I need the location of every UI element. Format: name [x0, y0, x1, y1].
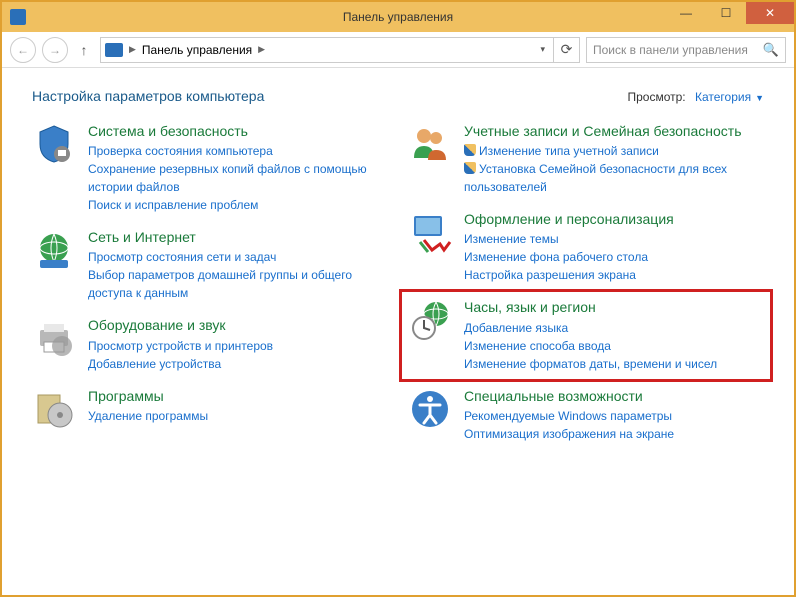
clock-globe-icon — [408, 298, 452, 342]
category-link[interactable]: Просмотр состояния сети и задач — [88, 248, 388, 266]
view-options: Просмотр: Категория▼ — [627, 90, 764, 104]
window-title: Панель управления — [343, 10, 453, 24]
category-link[interactable]: Изменение форматов даты, времени и чисел — [464, 355, 764, 373]
category-title[interactable]: Оборудование и звук — [88, 316, 388, 334]
categories-grid: Система и безопасность Проверка состояни… — [32, 122, 764, 443]
breadcrumb-text[interactable]: Панель управления — [142, 43, 252, 57]
chevron-down-icon: ▼ — [755, 93, 764, 103]
category-link[interactable]: Поиск и исправление проблем — [88, 196, 388, 214]
chevron-right-icon: ▶ — [129, 44, 136, 55]
users-icon — [408, 122, 452, 166]
uac-shield-icon — [464, 162, 476, 174]
chevron-right-icon: ▶ — [258, 44, 265, 55]
view-label: Просмотр: — [627, 90, 685, 104]
category-link[interactable]: Изменение типа учетной записи — [464, 142, 764, 160]
content-header: Настройка параметров компьютера Просмотр… — [32, 88, 764, 104]
category-title[interactable]: Часы, язык и регион — [464, 298, 764, 316]
titlebar: Панель управления — ☐ ✕ — [2, 2, 794, 32]
category-link[interactable]: Оптимизация изображения на экране — [464, 425, 764, 443]
search-input[interactable]: Поиск в панели управления 🔍 — [586, 37, 786, 63]
category-link[interactable]: Настройка разрешения экрана — [464, 266, 764, 284]
chevron-down-icon[interactable]: ▾ — [540, 44, 549, 55]
app-icon — [10, 9, 26, 25]
category-link[interactable]: Изменение фона рабочего стола — [464, 248, 764, 266]
category-link[interactable]: Рекомендуемые Windows параметры — [464, 407, 764, 425]
category-hardware: Оборудование и звук Просмотр устройств и… — [32, 316, 388, 372]
category-link[interactable]: Добавление языка — [464, 319, 764, 337]
printer-icon — [32, 316, 76, 360]
content-area: Настройка параметров компьютера Просмотр… — [2, 68, 794, 463]
left-column: Система и безопасность Проверка состояни… — [32, 122, 388, 443]
up-button[interactable]: ↑ — [74, 40, 94, 60]
category-appearance: Оформление и персонализация Изменение те… — [408, 210, 764, 284]
category-programs: Программы Удаление программы — [32, 387, 388, 431]
maximize-button[interactable]: ☐ — [706, 2, 746, 24]
search-placeholder: Поиск в панели управления — [593, 43, 748, 57]
category-title[interactable]: Специальные возможности — [464, 387, 764, 405]
back-button[interactable]: ← — [10, 37, 36, 63]
category-link[interactable]: Выбор параметров домашней группы и общег… — [88, 266, 388, 302]
accessibility-icon — [408, 387, 452, 431]
navbar: ← → ↑ ▶ Панель управления ▶ ▾ ⟳ Поиск в … — [2, 32, 794, 68]
shield-icon — [32, 122, 76, 166]
category-system: Система и безопасность Проверка состояни… — [32, 122, 388, 214]
breadcrumb-icon — [105, 43, 123, 57]
window-controls: — ☐ ✕ — [666, 2, 794, 24]
category-link[interactable]: Просмотр устройств и принтеров — [88, 337, 388, 355]
category-link[interactable]: Добавление устройства — [88, 355, 388, 373]
monitor-palette-icon — [408, 210, 452, 254]
globe-network-icon — [32, 228, 76, 272]
page-title: Настройка параметров компьютера — [32, 88, 264, 104]
minimize-button[interactable]: — — [666, 2, 706, 24]
category-link[interactable]: Сохранение резервных копий файлов с помо… — [88, 160, 388, 196]
category-link[interactable]: Изменение темы — [464, 230, 764, 248]
view-dropdown[interactable]: Категория▼ — [695, 90, 764, 104]
search-icon: 🔍 — [763, 42, 779, 58]
category-title[interactable]: Программы — [88, 387, 388, 405]
close-button[interactable]: ✕ — [746, 2, 794, 24]
category-link[interactable]: Удаление программы — [88, 407, 388, 425]
category-title[interactable]: Система и безопасность — [88, 122, 388, 140]
category-network: Сеть и Интернет Просмотр состояния сети … — [32, 228, 388, 302]
right-column: Учетные записи и Семейная безопасность И… — [408, 122, 764, 443]
uac-shield-icon — [464, 144, 476, 156]
category-link[interactable]: Проверка состояния компьютера — [88, 142, 388, 160]
disc-icon — [32, 387, 76, 431]
category-clock-lang-region: Часы, язык и регион Добавление языка Изм… — [399, 289, 773, 381]
forward-button[interactable]: → — [42, 37, 68, 63]
category-accessibility: Специальные возможности Рекомендуемые Wi… — [408, 387, 764, 443]
refresh-button[interactable]: ⟳ — [554, 37, 580, 63]
category-link[interactable]: Установка Семейной безопасности для всех… — [464, 160, 764, 196]
category-title[interactable]: Учетные записи и Семейная безопасность — [464, 122, 764, 140]
category-title[interactable]: Оформление и персонализация — [464, 210, 764, 228]
category-title[interactable]: Сеть и Интернет — [88, 228, 388, 246]
category-link[interactable]: Изменение способа ввода — [464, 337, 764, 355]
category-accounts: Учетные записи и Семейная безопасность И… — [408, 122, 764, 196]
breadcrumb[interactable]: ▶ Панель управления ▶ ▾ — [100, 37, 554, 63]
